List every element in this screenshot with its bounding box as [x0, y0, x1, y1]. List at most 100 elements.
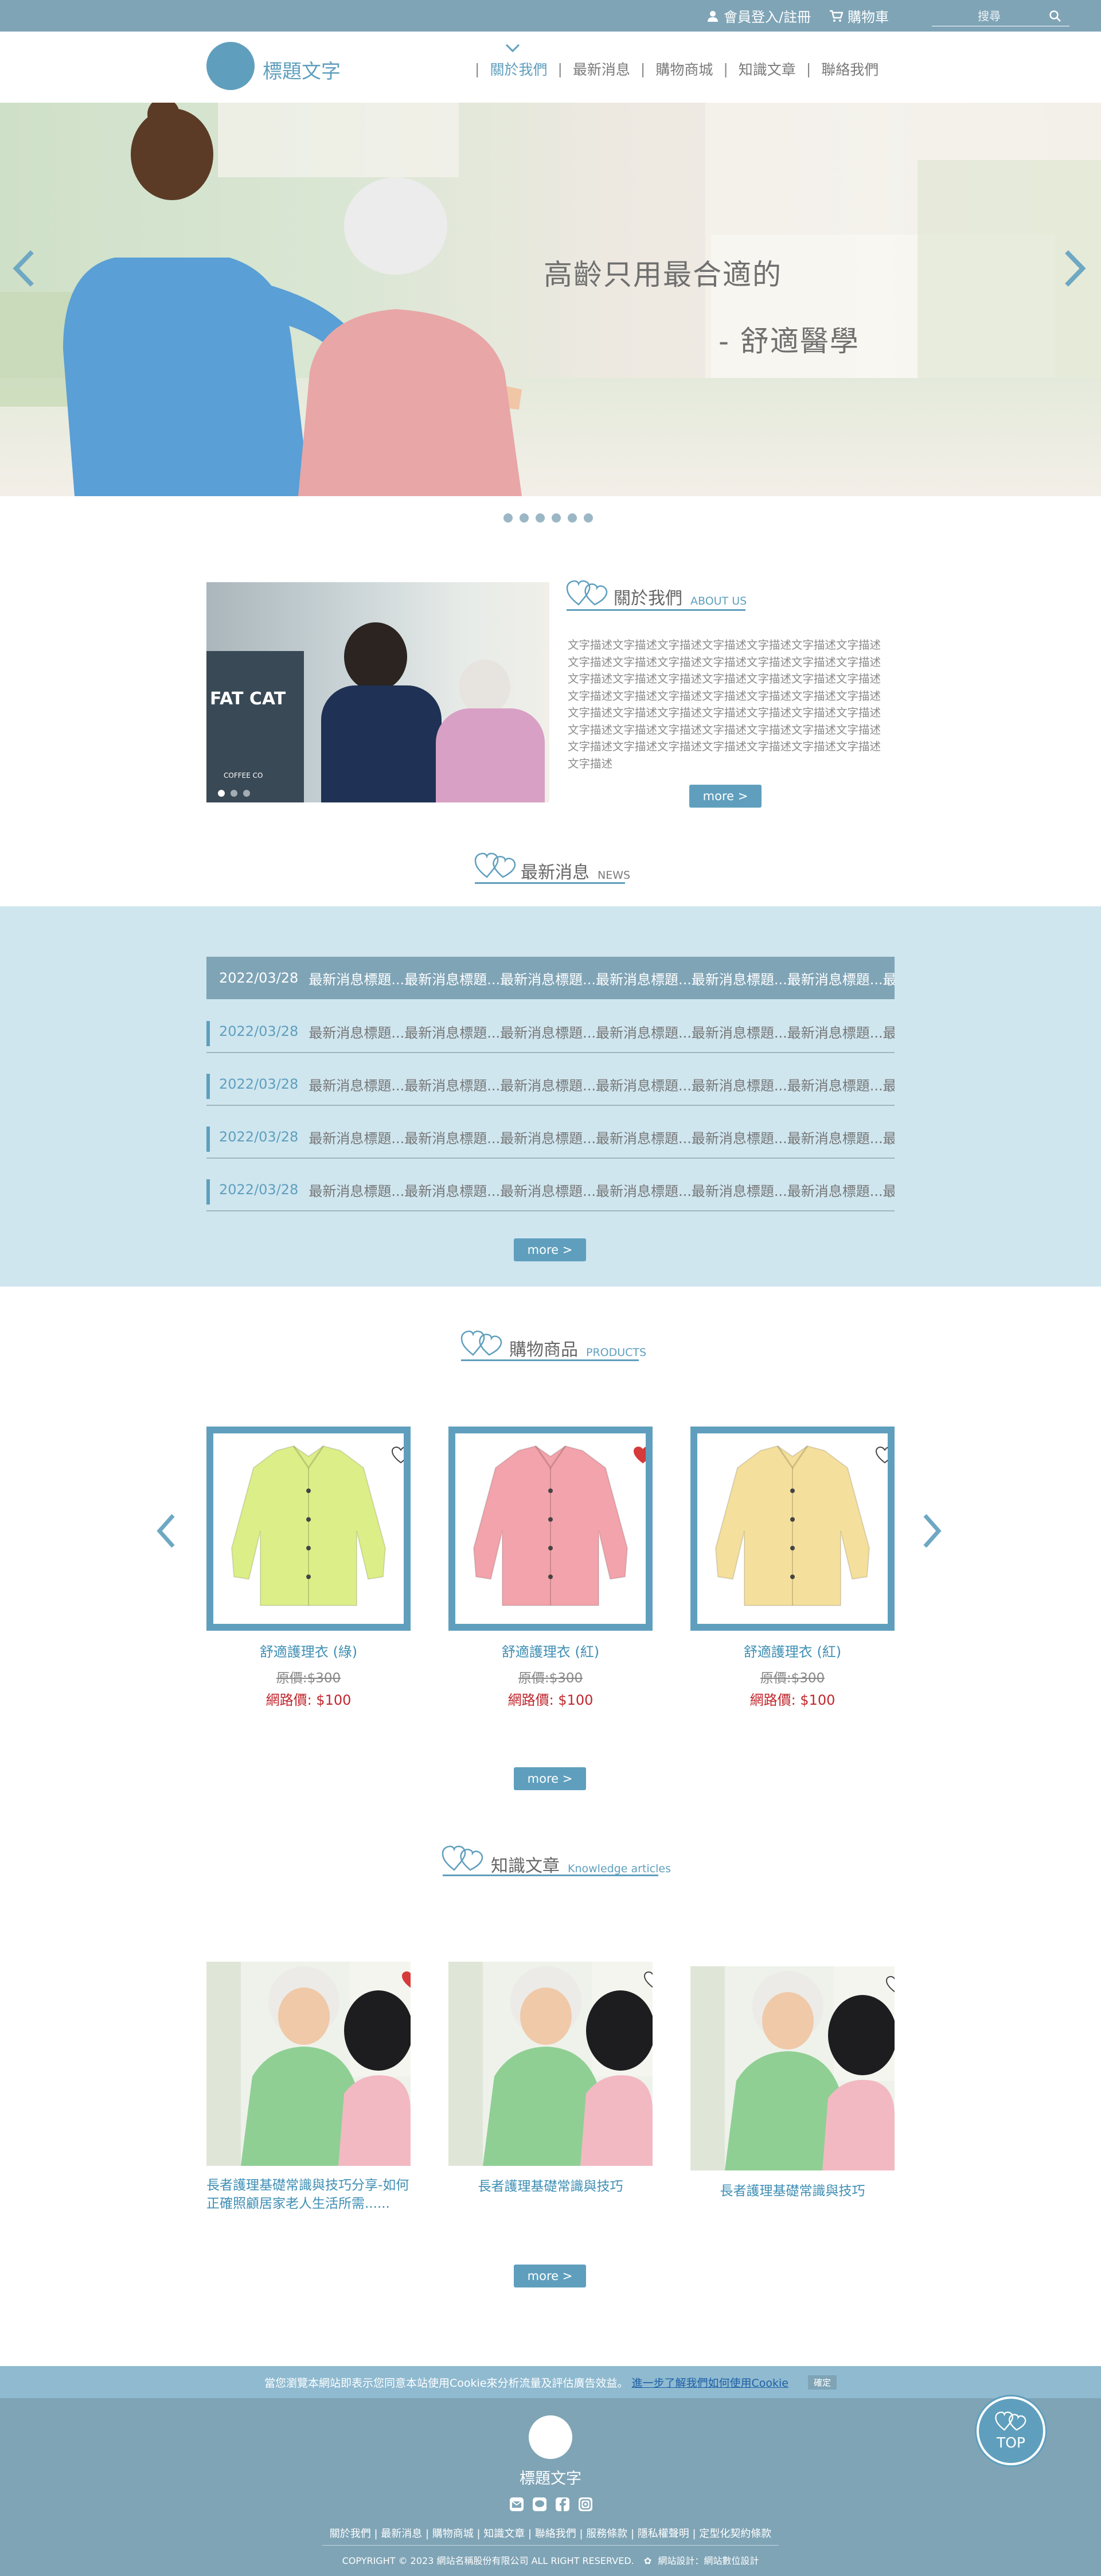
- articles-more-button[interactable]: more >: [514, 2265, 586, 2287]
- cart-link[interactable]: 購物車: [829, 0, 889, 32]
- news-item[interactable]: 2022/03/28 最新消息標題...最新消息標題...最新消息標題...最新…: [206, 1169, 895, 1211]
- article-title[interactable]: 長者護理基礎常識與技巧: [690, 2182, 895, 2200]
- hero-prev-arrow-icon[interactable]: [10, 248, 37, 289]
- logo-mark[interactable]: [206, 42, 255, 90]
- line-icon[interactable]: [532, 2497, 547, 2512]
- user-icon: [708, 10, 718, 22]
- news-item[interactable]: 2022/03/28 最新消息標題...最新消息標題...最新消息標題...最新…: [206, 1011, 895, 1053]
- back-to-top-label: TOP: [996, 2434, 1026, 2451]
- article-title[interactable]: 長者護理基礎常識與技巧分享-如何正確照顧居家老人生活所需......: [206, 2176, 411, 2213]
- nav-item-contact[interactable]: 聯絡我們: [821, 59, 879, 79]
- products-more-button[interactable]: more >: [514, 1767, 586, 1790]
- products-prev-arrow-icon[interactable]: [155, 1512, 178, 1550]
- news-title: 最新消息標題...最新消息標題...最新消息標題...最新消息標題...最新消息…: [309, 1183, 895, 1199]
- product-name[interactable]: 舒適護理衣 (紅): [690, 1640, 895, 1661]
- news-marker: [206, 1179, 210, 1205]
- article-title[interactable]: 長者護理基礎常識與技巧: [448, 2177, 653, 2196]
- article-image[interactable]: [690, 1966, 895, 2170]
- hero-headline: 高齡只用最合適的: [544, 258, 782, 291]
- nav-separator: |: [557, 60, 563, 77]
- articles-title-underline: [443, 1874, 658, 1876]
- hero-dot[interactable]: [584, 513, 593, 523]
- nav-item-articles[interactable]: 知識文章: [739, 59, 796, 79]
- favorite-heart-icon[interactable]: [391, 1446, 411, 1464]
- nav-separator: |: [475, 60, 480, 77]
- footer-copyright-row: COPYRIGHT © 2023 網站名稱股份有限公司 ALL RIGHT RE…: [0, 2553, 1101, 2567]
- hero-dot[interactable]: [520, 513, 529, 523]
- footer-links[interactable]: 關於我們 | 最新消息 | 購物商城 | 知識文章 | 聯絡我們 | 服務條款 …: [0, 2526, 1101, 2540]
- logo-text[interactable]: 標題文字: [263, 56, 341, 84]
- footer-logo-text: 標題文字: [520, 2470, 581, 2488]
- products-title-en: PRODUCTS: [586, 1346, 647, 1359]
- email-icon[interactable]: [509, 2497, 524, 2512]
- about-body-text: 文字描述文字描述文字描述文字描述文字描述文字描述文字描述文字描述文字描述文字描述…: [568, 638, 881, 770]
- about-image-poster-text: FAT CAT: [210, 689, 286, 709]
- product-image: [231, 1445, 386, 1606]
- news-marker: [206, 1021, 210, 1046]
- footer-social-links: [509, 2497, 593, 2512]
- favorite-heart-icon[interactable]: [633, 1446, 653, 1464]
- favorite-heart-icon[interactable]: [643, 1971, 653, 1989]
- product-name[interactable]: 舒適護理衣 (綠): [206, 1640, 411, 1661]
- product-sale-price: 網路價: $100: [507, 1692, 594, 1708]
- hearts-logo-icon: [566, 580, 608, 606]
- facebook-icon[interactable]: [555, 2497, 570, 2512]
- about-title-en: ABOUT US: [690, 595, 747, 607]
- cookie-learn-more-link[interactable]: 進一步了解我們如何使用Cookie: [631, 2375, 788, 2390]
- search-input[interactable]: [932, 7, 1047, 25]
- product-original-price: 原價:$300: [760, 1671, 825, 1686]
- search-icon[interactable]: [1049, 10, 1061, 22]
- news-item[interactable]: 2022/03/28 最新消息標題...最新消息標題...最新消息標題...最新…: [206, 1063, 895, 1106]
- products-title-underline: [461, 1359, 639, 1361]
- hero-dot[interactable]: [552, 513, 561, 523]
- article-photo: [690, 1966, 895, 2170]
- cookie-bar: 當您瀏覽本網站即表示您同意本站使用Cookie來分析流量及評估廣告效益。 進一步…: [0, 2366, 1101, 2398]
- article-image[interactable]: [206, 1962, 411, 2166]
- news-more-button[interactable]: more >: [514, 1238, 586, 1261]
- article-photo: [448, 1962, 653, 2166]
- news-title: 最新消息標題...最新消息標題...最新消息標題...最新消息標題...最新消息…: [309, 1130, 895, 1147]
- hero-dot[interactable]: [568, 513, 577, 523]
- favorite-heart-icon[interactable]: [875, 1446, 895, 1464]
- site-footer: 標題文字 關於我們 | 最新消息 | 購物商城 | 知識文章 | 聯絡我們 | …: [0, 2398, 1101, 2576]
- footer-copyright: COPYRIGHT © 2023 網站名稱股份有限公司 ALL RIGHT RE…: [342, 2555, 634, 2566]
- cart-icon: [830, 10, 843, 22]
- product-card[interactable]: [448, 1427, 653, 1631]
- about-title-underline: [567, 609, 745, 611]
- news-item[interactable]: 2022/03/28 最新消息標題...最新消息標題...最新消息標題...最新…: [206, 1116, 895, 1159]
- news-title: 最新消息標題...最新消息標題...最新消息標題...最新消息標題...最新消息…: [309, 1024, 895, 1041]
- nav-item-about[interactable]: 關於我們: [490, 59, 547, 79]
- favorite-heart-icon[interactable]: [401, 1971, 411, 1989]
- article-image[interactable]: [448, 1962, 653, 2166]
- product-original-price: 原價:$300: [518, 1671, 583, 1686]
- back-to-top-button[interactable]: TOP: [977, 2396, 1045, 2465]
- favorite-heart-icon[interactable]: [885, 1975, 895, 1994]
- about-more-button[interactable]: more >: [689, 785, 762, 808]
- news-date: 2022/03/28: [219, 970, 299, 986]
- cookie-accept-button[interactable]: 確定: [807, 2375, 837, 2390]
- news-item[interactable]: 2022/03/28 最新消息標題...最新消息標題...最新消息標題...最新…: [206, 957, 895, 999]
- news-title-en: NEWS: [598, 869, 631, 882]
- product-card[interactable]: [206, 1427, 411, 1631]
- product-card[interactable]: [690, 1427, 895, 1631]
- nav-item-shop[interactable]: 購物商城: [655, 59, 713, 79]
- login-label: 會員登入/註冊: [724, 9, 811, 25]
- news-section-title: 最新消息 NEWS: [521, 858, 630, 883]
- news-title: 最新消息標題...最新消息標題...最新消息標題...最新消息標題...最新消息…: [309, 971, 895, 988]
- about-image-poster-sub: COFFEE CO: [224, 771, 263, 780]
- nav-active-chevron-icon: [505, 44, 520, 53]
- hero-dot[interactable]: [503, 513, 513, 523]
- instagram-icon[interactable]: [578, 2497, 593, 2512]
- hero-next-arrow-icon[interactable]: [1062, 248, 1088, 289]
- hero-photo-people: [63, 103, 522, 496]
- cookie-text: 當您瀏覽本網站即表示您同意本站使用Cookie來分析流量及評估廣告效益。: [264, 2376, 628, 2390]
- nav-item-news[interactable]: 最新消息: [573, 59, 630, 79]
- hero-dot[interactable]: [536, 513, 545, 523]
- footer-logo-mark[interactable]: [529, 2415, 572, 2459]
- product-original-price: 原價:$300: [276, 1671, 341, 1686]
- products-next-arrow-icon[interactable]: [920, 1512, 943, 1550]
- product-name[interactable]: 舒適護理衣 (紅): [448, 1640, 653, 1661]
- hearts-logo-icon: [995, 2411, 1026, 2431]
- main-nav: | 關於我們 | 最新消息 | 購物商城 | 知識文章 | 聯絡我們: [464, 57, 879, 80]
- login-link[interactable]: 會員登入/註冊: [706, 0, 811, 32]
